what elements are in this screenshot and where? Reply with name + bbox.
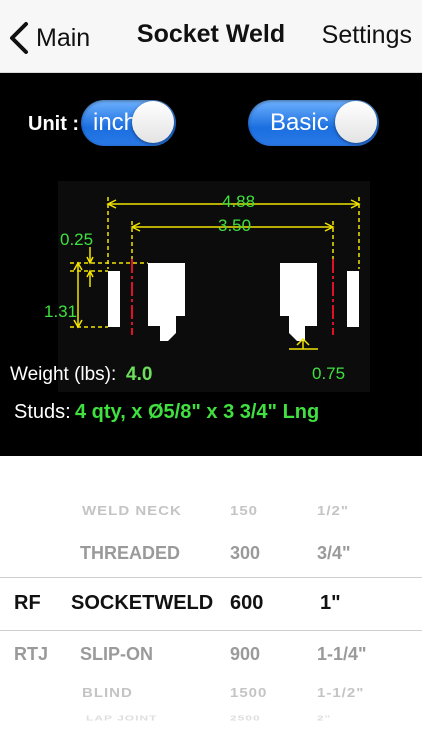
flange-diagram-panel: Unit : inch Basic 4.88 3.50 0.25 1.31 0.… <box>0 73 422 456</box>
studs-label: Studs: <box>14 401 71 423</box>
back-button[interactable]: Main <box>8 18 90 58</box>
picker-size-cell: 1/2" <box>317 504 349 519</box>
picker-face-cell: RTJ <box>14 644 49 664</box>
picker-size-cell: 1-1/4" <box>317 644 367 664</box>
picker-size-cell: 3/4" <box>317 543 351 563</box>
picker-class-cell: 900 <box>230 644 261 664</box>
dim-socket-depth: 0.75 <box>312 364 345 383</box>
settings-button[interactable]: Settings <box>322 21 412 50</box>
dim-bolt-circle: 3.50 <box>218 216 251 235</box>
navigation-bar: Main Socket Weld Settings <box>0 0 422 73</box>
picker-flange-cell: LAP JOINT <box>86 714 158 723</box>
back-button-label: Main <box>36 23 91 52</box>
picker-class-cell: 1500 <box>230 686 268 701</box>
weight-label: Weight (lbs): <box>10 364 117 385</box>
dim-thickness: 1.31 <box>44 302 77 321</box>
picker-face-selected: RF <box>14 592 41 614</box>
flange-cross-section-diagram: 4.88 3.50 0.25 1.31 0.75 <box>44 181 370 392</box>
studs-value: 4 qty, x Ø5/8" x 3 3/4" Lng <box>75 401 320 423</box>
picker-flange-selected: SOCKETWELD <box>71 592 214 614</box>
picker-class-cell: 150 <box>230 504 259 519</box>
picker-flange-cell: SLIP-ON <box>80 644 154 664</box>
picker-size-selected: 1" <box>320 592 341 614</box>
picker-flange-cell: BLIND <box>82 686 133 701</box>
flange-spec-picker[interactable]: WELD NECK 150 1/2" THREADED 300 3/4" RF … <box>0 456 422 750</box>
picker-flange-cell: THREADED <box>80 543 181 563</box>
diagram-background <box>58 181 370 392</box>
picker-flange-cell: WELD NECK <box>82 504 182 519</box>
dim-raised-face: 0.25 <box>60 230 93 249</box>
picker-class-cell: 2500 <box>230 714 261 723</box>
picker-class-selected: 600 <box>230 592 264 614</box>
dim-overall: 4.88 <box>222 192 255 211</box>
picker-class-cell: 300 <box>230 543 261 563</box>
picker-size-cell: 2" <box>317 714 332 723</box>
weight-value: 4.0 <box>126 364 153 385</box>
chevron-left-icon <box>10 22 28 54</box>
picker-size-cell: 1-1/2" <box>317 686 365 701</box>
